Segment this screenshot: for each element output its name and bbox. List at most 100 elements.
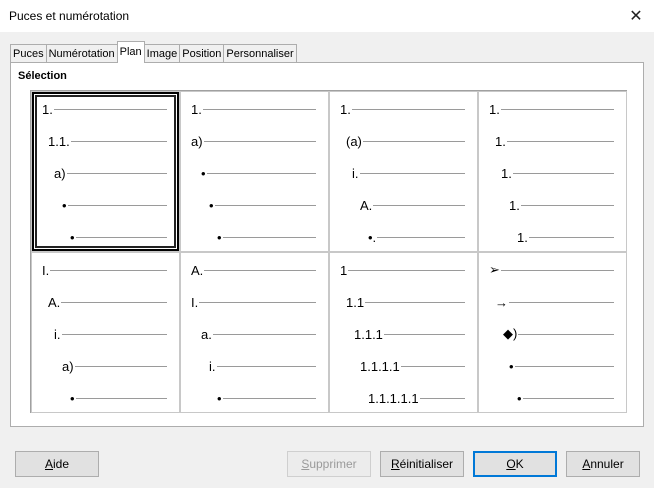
preset-line-label: 1. [42,101,53,117]
preset-line: i. [352,165,465,181]
preset-line: 1.1.1.1.1 [368,391,465,406]
preset-line-label: 1. [517,229,528,245]
preset-cell[interactable]: ➢ → ◆) • • [478,252,627,413]
preset-preview: ➢ → ◆) • • [479,253,626,412]
preset-cell[interactable]: 1. 1. 1. 1. 1. [478,91,627,252]
preset-line-rule [518,333,614,335]
preset-line: 1. [501,165,614,181]
preset-line-label: • [517,390,522,406]
preset-line: A. [48,294,167,310]
preset-cell[interactable]: 1. 1.1. a) • • [31,91,180,252]
preset-line-rule [528,236,614,238]
preset-preview: 1. (a) i. A. •. [330,92,477,251]
preset-line-rule [500,269,614,271]
reset-button-label: Réinitialiser [390,457,454,471]
preset-line-label: → [495,294,508,310]
preset-line-label: • [201,165,206,181]
preset-line-label: 1. [495,133,506,149]
preset-line-rule [400,365,465,367]
preset-line-rule [203,140,316,142]
preset-line-label: 1. [191,101,202,117]
preset-preview: A. I. a. i. • [181,253,328,412]
preset-line-rule [362,140,465,142]
preset-line-rule [204,269,316,271]
preset-line: 1. [517,229,614,245]
close-icon[interactable]: ✕ [618,0,654,32]
preset-line-rule [351,108,465,110]
preset-line-label: I. [42,262,50,278]
preset-line-label: 1.1. [48,133,70,149]
preset-line-rule [512,172,614,174]
preset-line: ➢ [489,262,614,277]
preset-preview: 1. 1.1. a) • • [32,92,179,251]
preset-line: • [517,390,614,406]
preset-cell[interactable]: 1 1.1 1.1.1 1.1.1.1 1.1.1.1.1 [329,252,478,413]
tab-personnaliser[interactable]: Personnaliser [223,44,297,63]
preset-line: 1.1.1.1 [360,358,465,374]
preset-line-label: • [70,390,75,406]
ok-button[interactable]: OK [473,451,557,477]
preset-line-rule [53,108,167,110]
delete-button[interactable]: Supprimer [287,451,371,477]
preset-line-rule [359,172,465,174]
preset-line: • [70,229,167,245]
preset-line: a) [191,134,316,149]
dialog-body: Puces Numérotation Plan Image Position P… [0,32,654,488]
preset-line: a) [62,359,167,374]
preset-line-rule [506,140,614,142]
preset-line-label: 1.1.1.1 [360,358,400,374]
preset-preview: 1. 1. 1. 1. 1. [479,92,626,251]
title-bar: Puces et numérotation ✕ [0,0,654,32]
preset-line-label: i. [352,165,359,181]
preset-line: (a) [346,133,465,149]
tab-plan[interactable]: Plan [116,41,145,63]
preset-line-rule [61,333,167,335]
preset-line-rule [348,269,465,271]
help-button-label: Aide [44,457,70,471]
preset-line-label: i. [209,358,216,374]
help-button[interactable]: Aide [15,451,99,477]
preset-line-label: 1. [509,197,520,213]
preset-line-label: i. [54,326,61,342]
preset-line-rule [222,397,316,399]
preset-line-label: A. [48,294,61,310]
preset-line: A. [191,263,316,278]
preset-line-label: 1. [501,165,512,181]
preset-line: • [209,198,316,213]
preset-line-label: A. [360,197,373,213]
preset-line: 1. [489,102,614,117]
tab-position[interactable]: Position [179,44,225,63]
tab-numerotation[interactable]: Numérotation [45,44,118,63]
preset-line: a. [201,326,316,342]
preset-line: A. [360,197,465,213]
preset-line-rule [509,301,614,303]
preset-cell[interactable]: I. A. i. a) • [31,252,180,413]
preset-line-rule [419,397,465,399]
preset-preview: 1. a) • • • [181,92,328,251]
preset-line-rule [206,172,316,174]
preset-cell[interactable]: 1. a) • • • [180,91,329,252]
preset-line-label: a. [201,326,212,342]
tab-bar: Puces Numérotation Plan Image Position P… [10,41,297,63]
cancel-button-label: Annuler [582,457,624,471]
cancel-button[interactable]: Annuler [566,451,640,477]
preset-line: a) [54,166,167,181]
preset-line: i. [209,358,316,374]
preset-line: i. [54,326,167,342]
tab-puces[interactable]: Puces [10,44,47,63]
tab-image[interactable]: Image [143,44,181,63]
preset-line-rule [199,301,316,303]
preset-line-label: (a) [346,133,362,149]
preset-line: • [509,359,614,374]
preset-line-label: • [62,197,67,213]
preset-line: 1.1 [346,295,465,310]
preset-line: • [62,197,167,213]
preset-cell[interactable]: A. I. a. i. • [180,252,329,413]
reset-button[interactable]: Réinitialiser [380,451,464,477]
preset-cell[interactable]: 1. (a) i. A. •. [329,91,478,252]
preset-line: 1. [191,101,316,117]
preset-line-rule [74,365,167,367]
preset-line-label: • [70,229,75,245]
preset-line-rule [75,397,167,399]
preset-line-label: 1. [340,101,351,117]
